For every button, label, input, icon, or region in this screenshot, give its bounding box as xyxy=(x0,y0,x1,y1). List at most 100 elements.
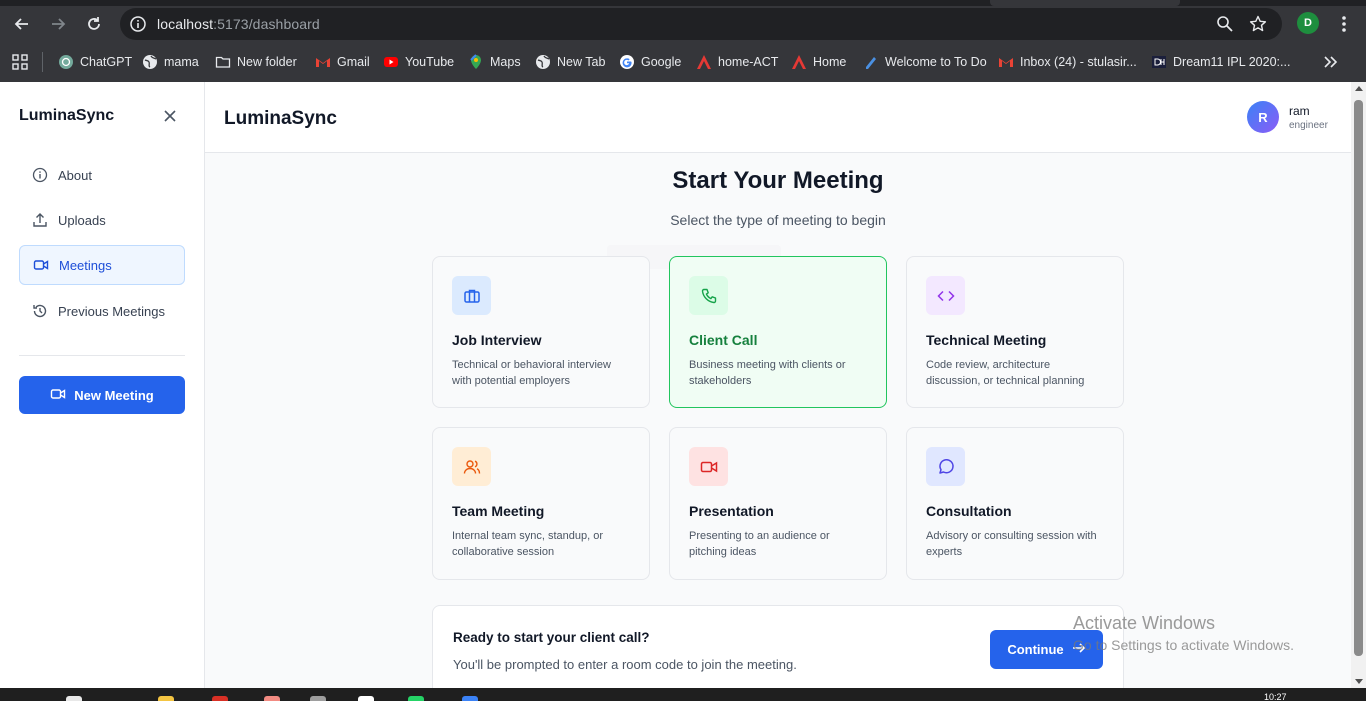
scroll-up-arrow-icon[interactable] xyxy=(1355,86,1363,91)
bookmark-label: home-ACT xyxy=(718,55,779,69)
sidebar-item-label: About xyxy=(58,167,92,183)
file-explorer-icon[interactable] xyxy=(158,696,174,701)
back-icon[interactable] xyxy=(8,10,36,38)
bookmark-mama[interactable]: mama xyxy=(142,52,199,72)
start-meeting-subtitle: Select the type of meeting to begin xyxy=(670,212,886,228)
sidebar-item-about[interactable]: About xyxy=(19,155,185,195)
url-text[interactable]: localhost:5173/dashboard xyxy=(157,16,320,32)
meeting-type-card-team-meeting[interactable]: Team Meeting Internal team sync, standup… xyxy=(432,427,650,580)
youtube-icon xyxy=(383,54,399,70)
briefcase-icon xyxy=(452,276,491,315)
clock-time: 10:27 xyxy=(1264,692,1287,701)
bookmark-inbox[interactable]: Inbox (24) - stulasir... xyxy=(998,52,1137,72)
bookmark-todo[interactable]: Welcome to To Do xyxy=(863,52,987,72)
card-title: Client Call xyxy=(689,332,758,348)
bookmark-label: New folder xyxy=(237,55,297,69)
sidebar-item-uploads[interactable]: Uploads xyxy=(19,200,185,240)
meeting-type-card-job-interview[interactable]: Job Interview Technical or behavioral in… xyxy=(432,256,650,408)
card-title: Team Meeting xyxy=(452,503,545,519)
taskbar: 10:27 xyxy=(0,688,1366,701)
new-meeting-label: New Meeting xyxy=(74,387,154,403)
page-title: LuminaSync xyxy=(224,108,337,129)
continue-label: Continue xyxy=(1007,642,1064,657)
act-icon xyxy=(791,54,807,70)
scroll-thumb[interactable] xyxy=(1354,100,1363,656)
app-icon[interactable] xyxy=(358,696,374,701)
forward-icon[interactable] xyxy=(44,10,72,38)
app-icon[interactable] xyxy=(212,696,228,701)
bookmark-chatgpt[interactable]: ChatGPT xyxy=(58,52,132,72)
sidebar-item-label: Previous Meetings xyxy=(58,303,165,319)
bookmark-gmail[interactable]: Gmail xyxy=(315,52,370,72)
avatar[interactable]: R xyxy=(1247,101,1279,133)
bookmark-label: ChatGPT xyxy=(80,55,133,69)
folder-icon xyxy=(215,54,231,70)
ready-panel: Ready to start your client call? You'll … xyxy=(432,605,1124,695)
bookmark-home-act[interactable]: home-ACT xyxy=(696,52,778,72)
profile-avatar[interactable]: D xyxy=(1297,12,1319,34)
zoom-icon[interactable] xyxy=(1215,14,1235,34)
gmail-icon xyxy=(998,54,1014,70)
app-icon[interactable] xyxy=(264,696,280,701)
main-content: Start Your Meeting Select the type of me… xyxy=(205,153,1351,695)
video-icon xyxy=(689,447,728,486)
url-path: :5173/dashboard xyxy=(213,16,320,32)
message-circle-icon xyxy=(926,447,965,486)
sidebar-item-previous-meetings[interactable]: Previous Meetings xyxy=(19,291,185,331)
history-icon xyxy=(32,303,48,319)
bookmark-youtube[interactable]: YouTube xyxy=(383,52,454,72)
close-icon[interactable] xyxy=(160,106,180,126)
ready-title: Ready to start your client call? xyxy=(453,630,650,645)
bookmark-home[interactable]: Home xyxy=(791,52,846,72)
bookmarks-separator xyxy=(42,52,43,72)
reload-icon[interactable] xyxy=(80,10,108,38)
meeting-type-card-technical[interactable]: Technical Meeting Code review, architect… xyxy=(906,256,1124,408)
user-name: ram xyxy=(1289,104,1310,118)
meeting-type-card-presentation[interactable]: Presentation Presenting to an audience o… xyxy=(669,427,887,580)
bookmark-label: Maps xyxy=(490,55,521,69)
bookmark-label: Dream11 IPL 2020:... xyxy=(1173,55,1291,69)
card-title: Presentation xyxy=(689,503,774,519)
new-meeting-button[interactable]: New Meeting xyxy=(19,376,185,414)
kebab-menu-icon[interactable] xyxy=(1334,12,1354,36)
bookmark-new-tab[interactable]: New Tab xyxy=(535,52,605,72)
bookmark-label: YouTube xyxy=(405,55,455,69)
card-description: Technical or behavioral interview with p… xyxy=(452,359,611,387)
maps-icon xyxy=(468,54,484,70)
app-icon[interactable] xyxy=(310,696,326,701)
bookmark-new-folder[interactable]: New folder xyxy=(215,52,297,72)
star-icon[interactable] xyxy=(1248,14,1268,34)
dream11-icon xyxy=(1151,54,1167,70)
app-header: LuminaSync R ram engineer xyxy=(205,82,1351,153)
page-scrollbar[interactable] xyxy=(1351,82,1366,688)
whatsapp-icon[interactable] xyxy=(408,696,424,701)
site-info-icon[interactable] xyxy=(128,14,148,34)
address-bar[interactable]: localhost:5173/dashboard xyxy=(120,8,1282,40)
vscode-icon[interactable] xyxy=(462,696,478,701)
apps-grid-icon[interactable] xyxy=(12,54,28,70)
ready-description: You'll be prompted to enter a room code … xyxy=(453,657,797,672)
globe-icon xyxy=(535,54,551,70)
search-icon[interactable] xyxy=(66,696,82,701)
phone-icon xyxy=(689,276,728,315)
card-title: Job Interview xyxy=(452,332,542,348)
meeting-type-card-client-call[interactable]: Client Call Business meeting with client… xyxy=(669,256,887,408)
sidebar-item-meetings[interactable]: Meetings xyxy=(19,245,185,285)
url-host: localhost xyxy=(157,16,214,32)
bookmark-google[interactable]: Google xyxy=(619,52,681,72)
scroll-down-arrow-icon[interactable] xyxy=(1355,679,1363,684)
bookmark-dream11[interactable]: Dream11 IPL 2020:... xyxy=(1151,52,1290,72)
sidebar-brand: LuminaSync xyxy=(19,107,115,124)
globe-icon xyxy=(142,54,158,70)
bookmark-label: Google xyxy=(641,55,682,69)
sidebar-divider xyxy=(19,355,185,356)
activate-windows-watermark-title: Activate Windows xyxy=(1073,613,1216,633)
start-meeting-title: Start Your Meeting xyxy=(672,167,884,194)
bookmarks-bar: ChatGPT mama New folder Gmail YouTube Ma… xyxy=(0,42,1366,82)
card-description: Internal team sync, standup, or collabor… xyxy=(452,530,604,558)
sidebar-item-label: Uploads xyxy=(58,212,106,228)
bookmark-maps[interactable]: Maps xyxy=(468,52,521,72)
chevron-double-right-icon[interactable] xyxy=(1321,54,1339,70)
meeting-type-card-consultation[interactable]: Consultation Advisory or consulting sess… xyxy=(906,427,1124,580)
browser-toolbar: localhost:5173/dashboard D xyxy=(0,6,1366,42)
